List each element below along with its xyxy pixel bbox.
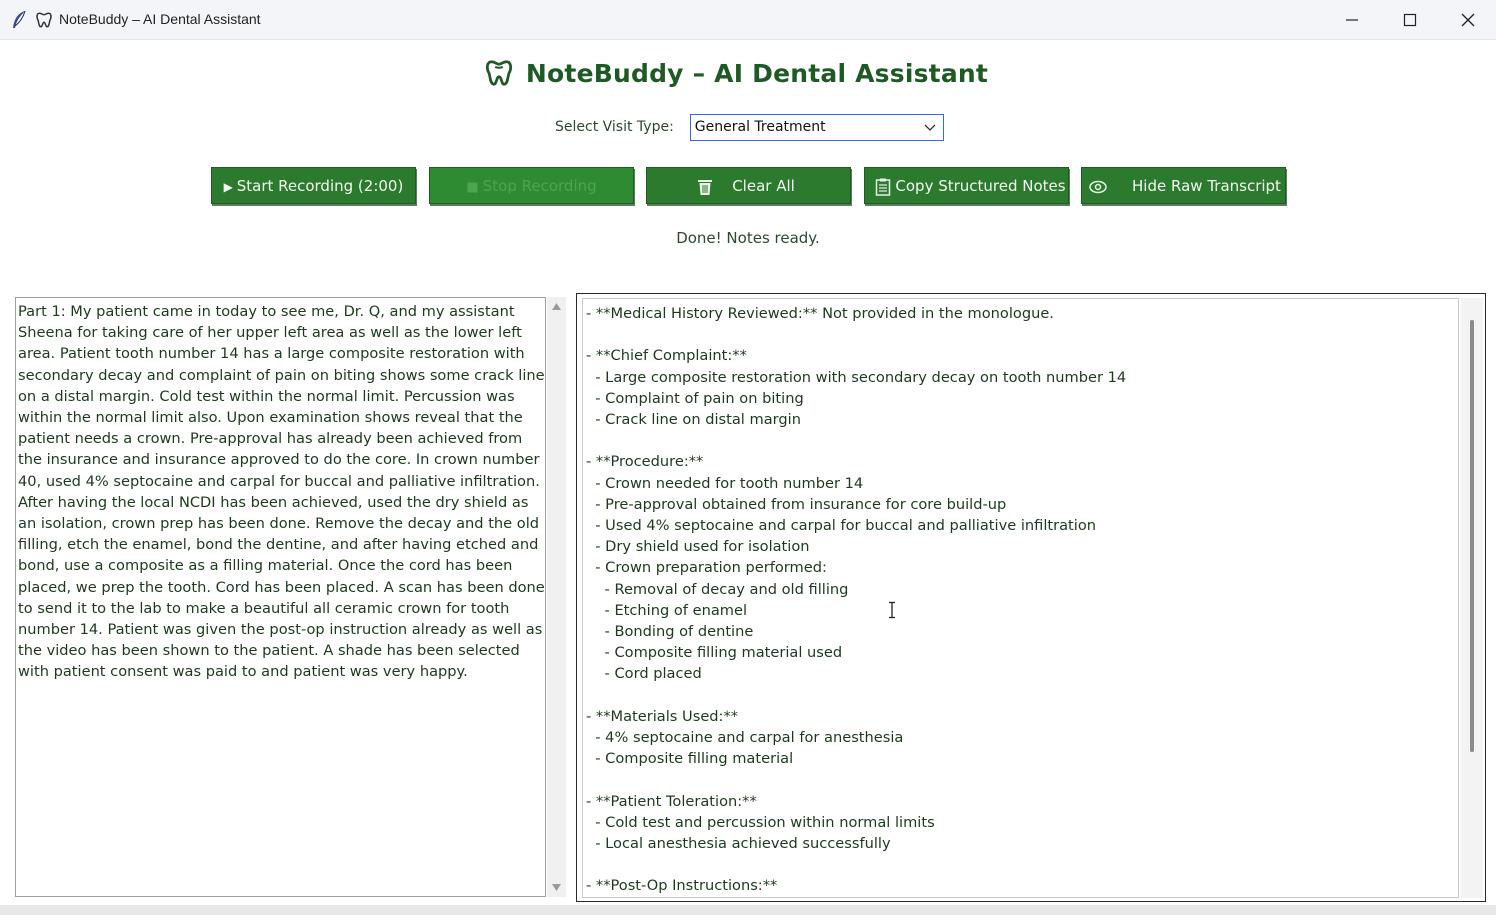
trash-icon bbox=[698, 180, 712, 195]
notes-line: - Large composite restoration with secon… bbox=[586, 368, 1127, 386]
stop-icon: ■ bbox=[466, 179, 483, 195]
window-titlebar: NoteBuddy – AI Dental Assistant bbox=[0, 0, 1496, 40]
tooth-icon bbox=[36, 12, 52, 28]
notes-line bbox=[586, 324, 1126, 345]
raw-transcript-scrollbar[interactable] bbox=[547, 297, 566, 897]
clear-all-label: Clear All bbox=[732, 176, 795, 195]
eye-icon bbox=[1089, 180, 1107, 194]
notes-line: - **Chief Complaint:** bbox=[586, 347, 747, 365]
start-recording-button[interactable]: ▶ Start Recording (2:00) bbox=[211, 167, 416, 204]
notes-line bbox=[586, 854, 1126, 875]
notes-line: - Composite filling material used bbox=[586, 644, 843, 662]
scroll-up-icon[interactable] bbox=[552, 303, 561, 310]
notes-line bbox=[586, 685, 1126, 706]
status-text: Done! Notes ready. bbox=[676, 229, 820, 247]
notes-line: - Cold test and percussion within normal… bbox=[586, 813, 935, 831]
page-title: NoteBuddy – AI Dental Assistant bbox=[525, 58, 989, 88]
minimize-button[interactable] bbox=[1323, 0, 1381, 40]
notes-line: - Bonding of dentine bbox=[586, 623, 754, 641]
close-icon bbox=[1461, 13, 1475, 27]
notes-line: - **Medical History Reviewed:** Not prov… bbox=[586, 305, 1054, 322]
notes-line: - Local anesthesia achieved successfully bbox=[586, 835, 891, 853]
clear-all-button[interactable]: Clear All bbox=[646, 167, 851, 204]
feather-icon bbox=[13, 10, 26, 28]
tooth-icon bbox=[485, 60, 512, 86]
visit-type-value: General Treatment bbox=[694, 119, 826, 135]
notes-line: - Pre-approval obtained from insurance f… bbox=[586, 495, 1007, 513]
structured-notes-text: - **Medical History Reviewed:** Not prov… bbox=[586, 303, 1126, 897]
structured-notes-frame: - **Medical History Reviewed:** Not prov… bbox=[576, 293, 1486, 902]
minimize-icon bbox=[1346, 19, 1358, 21]
copy-notes-button[interactable]: Copy Structured Notes bbox=[864, 167, 1069, 204]
notes-line: - Complaint of pain on biting bbox=[586, 389, 804, 407]
app-header: NoteBuddy – AI Dental Assistant bbox=[0, 58, 1496, 88]
structured-notes-textarea[interactable]: - **Medical History Reviewed:** Not prov… bbox=[582, 298, 1459, 898]
maximize-icon bbox=[1403, 13, 1417, 27]
notes-line: - **Post-Op Instructions:** bbox=[586, 877, 778, 895]
stop-recording-button[interactable]: ■ Stop Recording bbox=[429, 167, 634, 204]
visit-type-select[interactable]: General Treatment bbox=[689, 113, 944, 141]
structured-notes-scrollbar[interactable] bbox=[1461, 298, 1483, 898]
close-button[interactable] bbox=[1439, 0, 1496, 40]
notes-line: - Composite filling material bbox=[586, 750, 794, 768]
start-recording-text: Start Recording (2:00) bbox=[236, 176, 404, 195]
start-recording-label: ▶ Start Recording (2:00) bbox=[224, 177, 404, 195]
notes-line: - **Materials Used:** bbox=[586, 707, 739, 725]
scrollbar-thumb[interactable] bbox=[1470, 320, 1474, 752]
notes-line: - Removal of decay and old filling bbox=[586, 580, 849, 598]
raw-transcript-textarea[interactable]: Part 1: My patient came in today to see … bbox=[15, 297, 546, 897]
visit-type-row: Select Visit Type: General Treatment bbox=[555, 113, 944, 141]
notes-line: - 4% septocaine and carpal for anesthesi… bbox=[586, 729, 904, 747]
visit-type-label: Select Visit Type: bbox=[555, 119, 674, 135]
window-title: NoteBuddy – AI Dental Assistant bbox=[59, 11, 261, 27]
stop-recording-text: Stop Recording bbox=[482, 176, 597, 195]
play-icon: ▶ bbox=[223, 179, 237, 194]
notes-line bbox=[586, 769, 1126, 790]
copy-notes-label: Copy Structured Notes bbox=[895, 176, 1066, 195]
window-bottom-edge bbox=[0, 905, 1496, 915]
notes-line bbox=[586, 430, 1126, 451]
notes-line: - Crack line on distal margin bbox=[586, 411, 801, 429]
raw-transcript-text: Part 1: My patient came in today to see … bbox=[18, 303, 545, 681]
notes-line: - Etching of enamel bbox=[586, 601, 748, 619]
notes-line: - Used 4% septocaine and carpal for bucc… bbox=[586, 517, 1096, 535]
scroll-down-icon[interactable] bbox=[552, 884, 561, 891]
notes-line: - Crown needed for tooth number 14 bbox=[586, 474, 864, 492]
notes-line: - **Procedure:** bbox=[586, 453, 704, 471]
hide-raw-label: Hide Raw Transcript bbox=[1132, 176, 1281, 195]
maximize-button[interactable] bbox=[1381, 0, 1439, 40]
notes-line: - Dry shield used for isolation bbox=[586, 538, 810, 556]
stop-recording-label: ■ Stop Recording bbox=[466, 177, 596, 195]
chevron-down-icon bbox=[924, 124, 936, 131]
notes-line: - Crown preparation performed: bbox=[586, 559, 827, 577]
text-cursor-icon bbox=[889, 601, 895, 619]
clipboard-icon bbox=[875, 178, 891, 196]
notes-line: - Cord placed bbox=[586, 665, 702, 683]
hide-raw-transcript-button[interactable]: Hide Raw Transcript bbox=[1081, 167, 1286, 204]
notes-line: - **Patient Toleration:** bbox=[586, 792, 757, 810]
